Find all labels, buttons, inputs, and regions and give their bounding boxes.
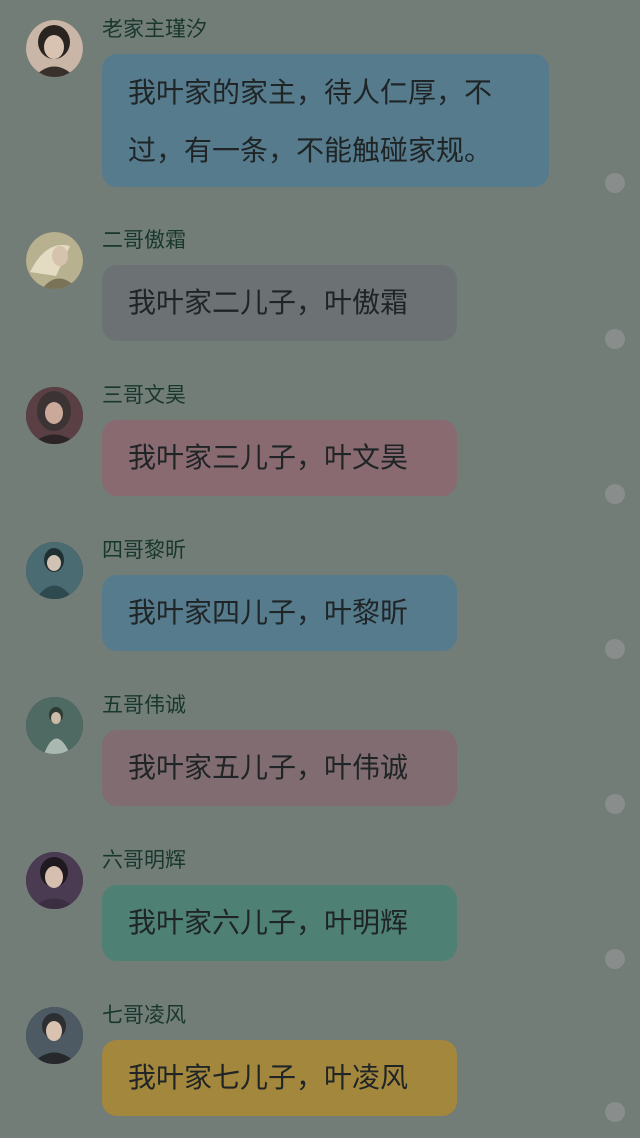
woman-portrait-avatar[interactable] <box>26 20 83 77</box>
sender-name: 老家主瑾汐 <box>102 17 207 41</box>
message-bubble[interactable]: 我叶家四儿子，叶黎昕 <box>102 575 457 651</box>
message-bubble[interactable]: 我叶家三儿子，叶文昊 <box>102 420 457 496</box>
sender-name: 二哥傲霜 <box>102 228 186 252</box>
message-status-dot <box>605 329 625 349</box>
message-status-dot <box>605 484 625 504</box>
chat-thread: 老家主瑾汐 我叶家的家主，待人仁厚，不过，有一条，不能触碰家规。 二哥傲霜 我叶… <box>0 0 640 1138</box>
sender-name: 六哥明辉 <box>102 848 186 872</box>
sender-name: 三哥文昊 <box>102 383 186 407</box>
sender-name: 四哥黎昕 <box>102 538 186 562</box>
message-status-dot <box>605 794 625 814</box>
man-teal-robe-avatar[interactable] <box>26 542 83 599</box>
message-bubble[interactable]: 我叶家的家主，待人仁厚，不过，有一条，不能触碰家规。 <box>102 54 549 187</box>
message-bubble[interactable]: 我叶家二儿子，叶傲霜 <box>102 265 457 341</box>
message-bubble[interactable]: 我叶家五儿子，叶伟诚 <box>102 730 457 806</box>
sender-name: 五哥伟诚 <box>102 693 186 717</box>
man-with-fan-avatar[interactable] <box>26 232 83 289</box>
man-in-forest-avatar[interactable] <box>26 697 83 754</box>
sender-name: 七哥凌风 <box>102 1003 186 1027</box>
man-long-hair-avatar[interactable] <box>26 387 83 444</box>
message-status-dot <box>605 1102 625 1122</box>
man-dark-robe-avatar[interactable] <box>26 1007 83 1064</box>
man-purple-robe-avatar[interactable] <box>26 852 83 909</box>
message-status-dot <box>605 949 625 969</box>
message-status-dot <box>605 173 625 193</box>
message-bubble[interactable]: 我叶家六儿子，叶明辉 <box>102 885 457 961</box>
message-status-dot <box>605 639 625 659</box>
message-bubble[interactable]: 我叶家七儿子，叶凌风 <box>102 1040 457 1116</box>
